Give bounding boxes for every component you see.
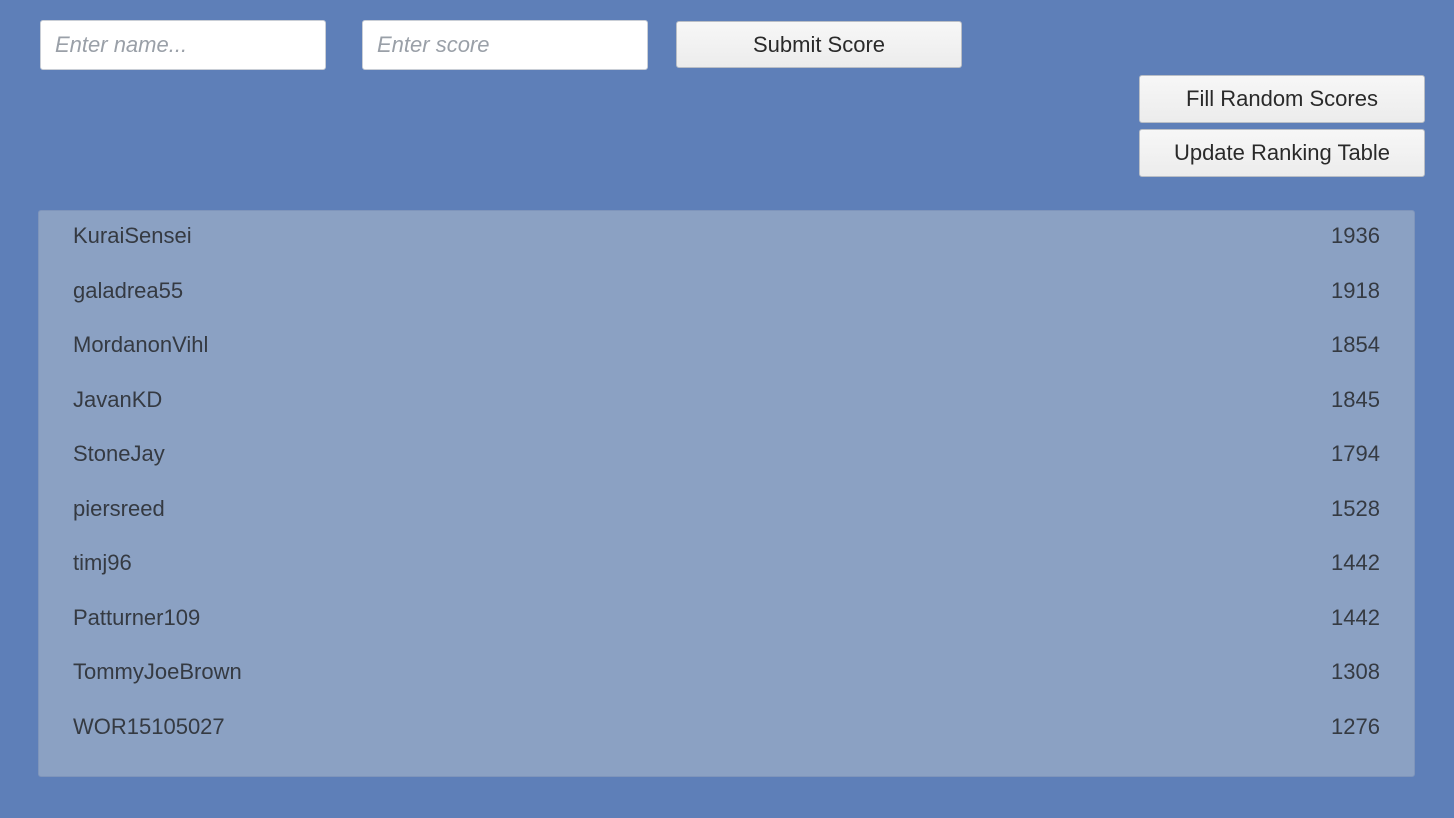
fill-random-scores-button[interactable]: Fill Random Scores bbox=[1139, 75, 1425, 123]
player-name: KuraiSensei bbox=[73, 223, 192, 248]
player-name: TommyJoeBrown bbox=[73, 659, 242, 684]
ranking-row: KuraiSensei 1936 bbox=[73, 221, 1380, 251]
ranking-table: KuraiSensei 1936 galadrea55 1918 Mordano… bbox=[38, 210, 1415, 777]
player-name: piersreed bbox=[73, 496, 165, 521]
ranking-row: timj96 1442 bbox=[73, 548, 1380, 578]
player-score: 1528 bbox=[1331, 496, 1380, 521]
ranking-row: Patturner109 1442 bbox=[73, 603, 1380, 633]
player-score: 1854 bbox=[1331, 332, 1380, 357]
ranking-row: TommyJoeBrown 1308 bbox=[73, 657, 1380, 687]
ranking-row: galadrea55 1918 bbox=[73, 276, 1380, 306]
ranking-row: JavanKD 1845 bbox=[73, 385, 1380, 415]
player-score: 1918 bbox=[1331, 278, 1380, 303]
update-ranking-table-button[interactable]: Update Ranking Table bbox=[1139, 129, 1425, 177]
ranking-row: piersreed 1528 bbox=[73, 494, 1380, 524]
ranking-row: WOR15105027 1276 bbox=[73, 712, 1380, 742]
player-score: 1845 bbox=[1331, 387, 1380, 412]
player-score: 1936 bbox=[1331, 223, 1380, 248]
player-score: 1308 bbox=[1331, 659, 1380, 684]
player-score: 1276 bbox=[1331, 714, 1380, 739]
player-name: timj96 bbox=[73, 550, 132, 575]
player-name: StoneJay bbox=[73, 441, 165, 466]
player-score: 1794 bbox=[1331, 441, 1380, 466]
name-input[interactable] bbox=[40, 20, 326, 70]
ranking-row: MordanonVihl 1854 bbox=[73, 330, 1380, 360]
ranking-row: StoneJay 1794 bbox=[73, 439, 1380, 469]
player-name: WOR15105027 bbox=[73, 714, 225, 739]
score-input[interactable] bbox=[362, 20, 648, 70]
player-score: 1442 bbox=[1331, 605, 1380, 630]
player-name: galadrea55 bbox=[73, 278, 184, 303]
submit-score-button[interactable]: Submit Score bbox=[676, 21, 962, 68]
player-score: 1442 bbox=[1331, 550, 1380, 575]
player-name: MordanonVihl bbox=[73, 332, 209, 357]
player-name: JavanKD bbox=[73, 387, 163, 412]
player-name: Patturner109 bbox=[73, 605, 201, 630]
